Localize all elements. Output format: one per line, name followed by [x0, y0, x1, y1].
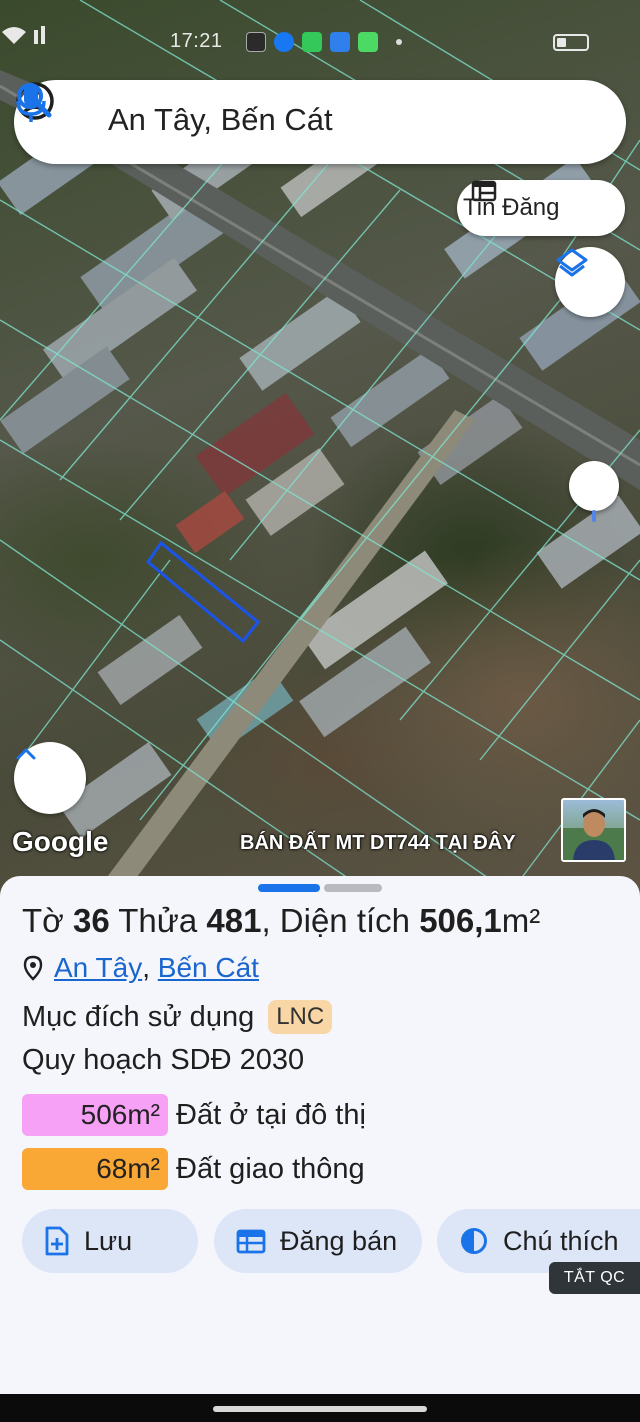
search-bar[interactable]: An Tây, Bến Cát	[14, 80, 626, 164]
parcel-info-sheet[interactable]: Tờ 36 Thửa 481, Diện tích 506,1m² An Tây…	[0, 876, 640, 1396]
ad-banner-text[interactable]: BÁN ĐẤT MT DT744 TẠI ĐÂY	[240, 832, 516, 855]
sheet-page-indicator-inactive[interactable]	[324, 884, 382, 892]
expand-sheet-button[interactable]	[14, 742, 86, 814]
zoning-area-chip: 68m²	[22, 1148, 168, 1190]
person-photo	[563, 809, 624, 860]
land-use-code-badge[interactable]: LNC	[268, 1000, 333, 1034]
zalo-icon	[246, 32, 266, 52]
search-input[interactable]: An Tây, Bến Cát	[108, 102, 333, 138]
newspaper-icon	[471, 180, 497, 202]
sheet-number: 36	[72, 902, 110, 939]
ad-avatar-photo[interactable]	[561, 798, 626, 862]
zoning-type-label: Đất giao thông	[176, 1152, 365, 1185]
close-ads-button[interactable]: TẮT QC	[549, 1262, 640, 1294]
post-for-sale-button[interactable]: Đăng bán	[214, 1209, 422, 1273]
area-label: , Diện tích	[261, 902, 420, 939]
satellite-map[interactable]: 17:21 An Tây, Bến Cát Tin Đăng Google BÁ…	[0, 0, 640, 900]
location-pin-icon	[23, 955, 43, 981]
layers-icon	[556, 248, 588, 277]
parcel-label: Thửa	[109, 902, 207, 939]
zoning-type-label: Đất ở tại đô thị	[176, 1098, 366, 1131]
battery-icon	[553, 34, 589, 51]
microphone-icon[interactable]	[14, 80, 48, 124]
post-for-sale-label: Đăng bán	[280, 1225, 398, 1256]
land-use-purpose-row: Mục đích sử dụng LNC	[22, 1000, 333, 1034]
sheet-label: Tờ	[22, 902, 73, 939]
opacity-slider-track[interactable]	[592, 510, 596, 522]
area-value: 506,1	[419, 902, 502, 939]
district-link[interactable]: Bến Cát	[158, 952, 259, 984]
wifi-signal-icon	[2, 26, 45, 44]
opacity-slider-handle[interactable]	[569, 461, 619, 511]
contrast-icon	[461, 1228, 487, 1254]
notification-icons	[246, 32, 402, 52]
facebook-icon	[274, 32, 294, 52]
layers-button[interactable]	[555, 247, 625, 317]
sheet-page-indicator-active[interactable]	[258, 884, 320, 892]
message-icon	[358, 32, 378, 52]
save-label: Lưu	[84, 1225, 133, 1256]
location-row: An Tây, Bến Cát	[22, 952, 259, 984]
zoning-plan-title: Quy hoạch SDĐ 2030	[22, 1044, 305, 1076]
legend-label: Chú thích	[503, 1225, 619, 1256]
land-use-label: Mục đích sử dụng	[22, 1000, 255, 1033]
zoning-area-chip: 506m²	[22, 1094, 168, 1136]
app-grid-icon	[302, 32, 322, 52]
home-gesture-bar[interactable]	[213, 1406, 427, 1412]
status-bar: 17:21	[0, 24, 640, 64]
listings-button[interactable]: Tin Đăng	[457, 180, 625, 236]
google-logo: Google	[12, 826, 109, 857]
messenger-icon	[330, 32, 350, 52]
parcel-title: Tờ 36 Thửa 481, Diện tích 506,1m²	[22, 902, 540, 940]
area-unit: m²	[501, 902, 541, 939]
dot-icon	[396, 39, 402, 45]
zoning-plan-row: 68m² Đất giao thông	[22, 1148, 365, 1190]
chevron-up-icon	[16, 748, 36, 760]
add-document-icon	[45, 1226, 69, 1256]
calendar-icon	[236, 1229, 266, 1254]
save-button[interactable]: Lưu	[22, 1209, 198, 1273]
status-time: 17:21	[170, 30, 223, 52]
ward-link[interactable]: An Tây	[54, 952, 142, 984]
location-separator: ,	[142, 952, 158, 983]
parcel-number: 481	[206, 902, 262, 939]
zoning-plan-row: 506m² Đất ở tại đô thị	[22, 1094, 366, 1136]
